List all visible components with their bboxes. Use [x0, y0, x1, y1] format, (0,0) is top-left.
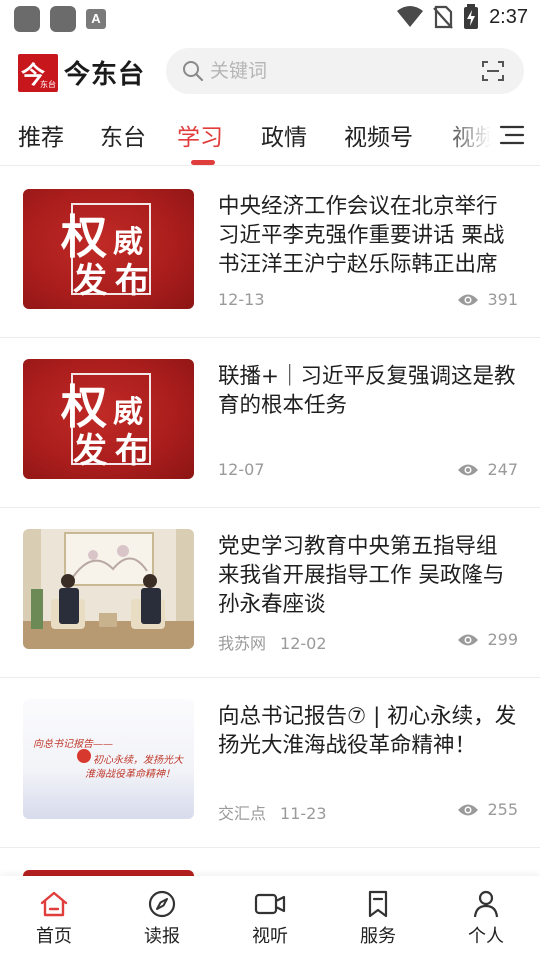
news-item[interactable]: 向总书记报告—— 初心永续，发扬光大 淮海战役革命精神！ 向总书记报告⑦ | 初… — [0, 678, 540, 848]
news-meta: 交汇点 11-23 — [218, 800, 327, 824]
news-feed: 权 威 发 布 中央经济工作会议在北京举行 习近平李克强作重要讲话 栗战书汪洋王… — [0, 168, 540, 888]
view-count: 247 — [487, 460, 518, 479]
news-title: 联播+｜习近平反复强调这是教育的根本任务 — [218, 364, 516, 418]
news-title: 向总书记报告⑦ | 初心永续，发扬光大淮海战役革命精神！ — [218, 704, 517, 758]
view-count: 391 — [487, 290, 518, 309]
logo-subtext: 东台 — [40, 80, 56, 89]
tabs-fade — [440, 110, 500, 162]
app-name: 今东台 — [64, 60, 146, 90]
menu-icon[interactable] — [498, 124, 524, 146]
news-thumbnail-calligraphy: 向总书记报告—— 初心永续，发扬光大 淮海战役革命精神！ — [23, 699, 194, 819]
channel-tabs: 推荐 东台 学习 政情 视频号 视频 — [0, 110, 540, 166]
app-header: 今 东台 今东台 — [0, 44, 540, 100]
nav-label: 个人 — [468, 926, 504, 947]
search-input[interactable] — [210, 56, 460, 86]
news-item[interactable]: 党史学习教育中央第五指导组来我省开展指导工作 吴政隆与孙永春座谈 我苏网 12-0… — [0, 508, 540, 678]
seal-stamp — [77, 749, 91, 763]
news-item[interactable]: 权 威 发 布 中央经济工作会议在北京举行 习近平李克强作重要讲话 栗战书汪洋王… — [0, 168, 540, 338]
tab-study[interactable]: 学习 — [177, 118, 223, 152]
news-views: 247 — [457, 460, 518, 479]
clock: 2:37 — [489, 5, 528, 28]
active-tab-indicator — [191, 160, 215, 165]
eye-icon — [458, 804, 479, 815]
no-sim-icon — [433, 5, 453, 29]
news-title: 中央经济工作会议在北京举行 习近平李克强作重要讲话 栗战书汪洋王沪宁赵乐际韩正出… — [218, 194, 505, 277]
app-logo[interactable]: 今 东台 — [18, 54, 58, 92]
news-views: 299 — [457, 630, 518, 649]
video-camera-icon — [254, 893, 286, 915]
news-meta: 我苏网 12-02 — [218, 630, 327, 654]
eye-icon — [458, 634, 479, 645]
battery-charging-icon — [464, 4, 479, 29]
notification-app-icon — [14, 6, 40, 32]
nav-services[interactable]: 服务 — [348, 890, 408, 948]
news-title: 党史学习教育中央第五指导组来我省开展指导工作 吴政隆与孙永春座谈 — [218, 534, 505, 617]
eye-icon — [458, 294, 479, 305]
status-notifications: A — [14, 6, 106, 32]
scan-icon[interactable] — [482, 60, 504, 82]
nav-label: 读报 — [144, 926, 180, 947]
meeting-photo — [23, 529, 194, 649]
bookmark-icon — [368, 890, 388, 918]
nav-media[interactable]: 视听 — [240, 890, 300, 948]
nav-profile[interactable]: 个人 — [456, 890, 516, 948]
news-date: 12-02 — [280, 634, 327, 653]
tab-video-account[interactable]: 视频号 — [344, 118, 413, 152]
calligraphy-line: 淮海战役革命精神！ — [85, 769, 175, 780]
thumbnail-char: 发 — [73, 431, 107, 471]
calligraphy-line: 向总书记报告—— — [33, 739, 113, 750]
nav-home[interactable]: 首页 — [24, 890, 84, 948]
news-item[interactable]: 权 威 发 布 联播+｜习近平反复强调这是教育的根本任务 12-07 247 — [0, 338, 540, 508]
nav-label: 服务 — [360, 926, 396, 947]
view-count: 299 — [487, 630, 518, 649]
news-source: 我苏网 — [218, 634, 267, 653]
tab-dongtai[interactable]: 东台 — [100, 118, 146, 152]
calligraphy-line: 初心永续，发扬光大 — [93, 755, 183, 766]
news-date: 11-23 — [280, 804, 327, 823]
news-source: 交汇点 — [218, 804, 267, 823]
search-icon — [183, 61, 204, 82]
nav-label: 视听 — [252, 926, 288, 947]
notification-app-icon — [50, 6, 76, 32]
news-thumbnail: 权 威 发 布 — [23, 359, 194, 479]
tab-politics[interactable]: 政情 — [261, 118, 307, 152]
news-date: 12-13 — [218, 290, 265, 309]
view-count: 255 — [487, 800, 518, 819]
nav-label: 首页 — [36, 926, 72, 947]
news-date: 12-07 — [218, 460, 265, 479]
tab-recommend[interactable]: 推荐 — [18, 118, 64, 152]
thumbnail-char: 发 — [73, 261, 107, 301]
news-views: 391 — [457, 290, 518, 309]
status-bar: A 2:37 — [0, 0, 540, 36]
wifi-icon — [397, 6, 424, 27]
news-thumbnail-photo — [23, 529, 194, 649]
nav-read-paper[interactable]: 读报 — [132, 890, 192, 948]
compass-icon — [148, 890, 176, 918]
thumbnail-char: 布 — [115, 261, 149, 301]
search-bar[interactable] — [166, 48, 524, 94]
home-icon — [40, 891, 68, 917]
news-meta: 12-07 — [218, 460, 265, 479]
news-thumbnail: 权 威 发 布 — [23, 189, 194, 309]
eye-icon — [458, 464, 479, 475]
bottom-navigation: 首页 读报 视听 服务 个人 — [0, 876, 540, 960]
news-meta: 12-13 — [218, 290, 265, 309]
status-system: 2:37 — [397, 4, 528, 30]
notification-a-icon: A — [86, 9, 106, 29]
news-views: 255 — [457, 800, 518, 819]
thumbnail-char: 布 — [115, 431, 149, 471]
person-icon — [473, 890, 499, 918]
